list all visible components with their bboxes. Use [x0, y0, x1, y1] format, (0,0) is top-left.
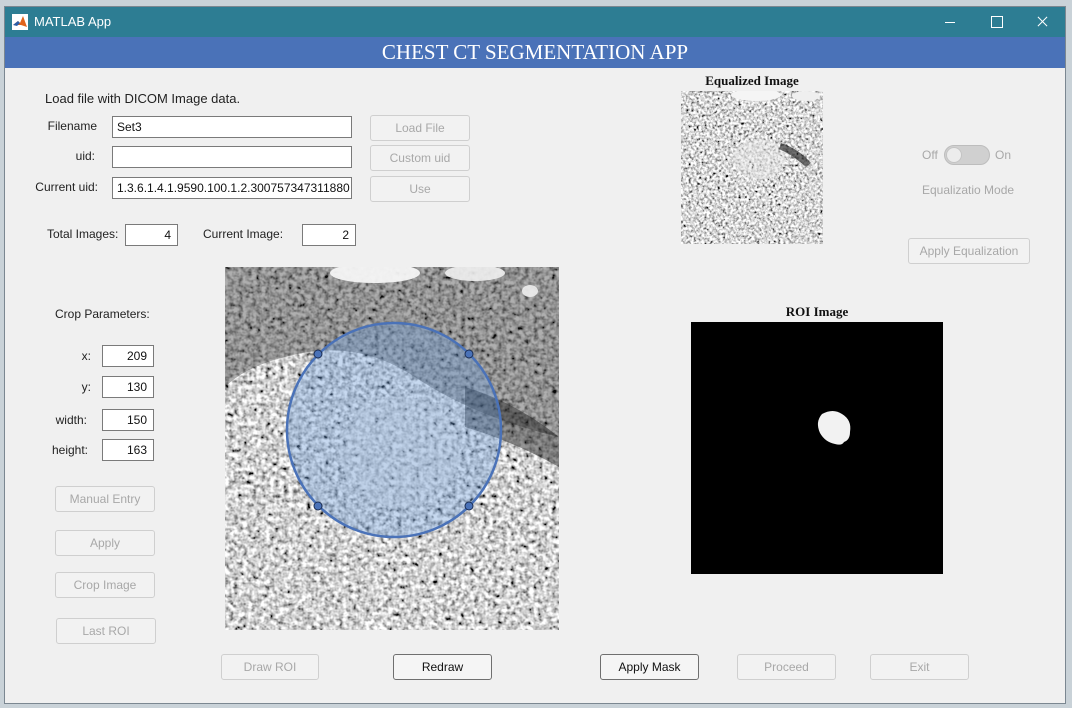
proceed-button[interactable]: Proceed	[737, 654, 836, 680]
roi-handle-top-left[interactable]	[313, 349, 323, 359]
roi-image-title: ROI Image	[785, 304, 849, 319]
app-window: MATLAB App CHEST CT SEGMENTATION APP Loa…	[4, 6, 1066, 704]
app-header-banner: CHEST CT SEGMENTATION APP	[5, 37, 1065, 68]
crop-y-field[interactable]: 130	[102, 376, 154, 398]
equalization-toggle-knob[interactable]	[946, 147, 962, 163]
equalization-off-label: Off	[922, 148, 938, 162]
roi-mask-image	[817, 411, 851, 445]
current-image-label: Current Image:	[203, 227, 284, 241]
equalization-on-label: On	[995, 148, 1012, 162]
maximize-icon[interactable]	[973, 7, 1019, 37]
use-button[interactable]: Use	[370, 176, 470, 202]
roi-handle-bottom-right[interactable]	[464, 501, 474, 511]
crop-parameters-heading: Crop Parameters:	[55, 307, 150, 321]
uid-input[interactable]	[112, 146, 352, 168]
apply-mask-button[interactable]: Apply Mask	[600, 654, 699, 680]
custom-uid-button[interactable]: Custom uid	[370, 145, 470, 171]
load-file-button[interactable]: Load File	[370, 115, 470, 141]
current-uid-input[interactable]: 1.3.6.1.4.1.9590.100.1.2.300757347311880	[112, 177, 352, 199]
crop-height-label: height:	[51, 443, 88, 457]
redraw-button[interactable]: Redraw	[393, 654, 492, 680]
equalized-image-title: Equalized Image	[705, 73, 799, 88]
equalized-image	[681, 91, 823, 244]
load-section-heading: Load file with DICOM Image data.	[45, 91, 241, 106]
crop-image-button[interactable]: Crop Image	[55, 572, 155, 598]
title-bar: MATLAB App	[5, 7, 1065, 37]
crop-x-field[interactable]: 209	[102, 345, 154, 367]
roi-image-axes	[691, 322, 943, 574]
equalized-image-axes	[681, 91, 823, 244]
filename-label: Filename	[47, 119, 97, 133]
filename-input[interactable]: Set3	[112, 116, 352, 138]
total-images-field[interactable]: 4	[125, 224, 178, 246]
equalization-toggle[interactable]	[944, 145, 990, 165]
current-uid-label: Current uid:	[35, 180, 98, 194]
crop-y-label: y:	[81, 380, 91, 394]
current-image-field[interactable]: 2	[302, 224, 356, 246]
exit-button[interactable]: Exit	[870, 654, 969, 680]
matlab-logo-icon	[12, 14, 28, 30]
ct-image-axes[interactable]	[225, 267, 559, 630]
manual-entry-button[interactable]: Manual Entry	[55, 486, 155, 512]
crop-width-label: width:	[55, 413, 87, 427]
close-icon[interactable]	[1019, 7, 1065, 37]
window-title: MATLAB App	[34, 14, 112, 29]
apply-equalization-button[interactable]: Apply Equalization	[908, 238, 1030, 264]
crop-x-label: x:	[81, 349, 91, 363]
ct-image-with-roi[interactable]	[225, 267, 559, 630]
roi-handle-bottom-left[interactable]	[313, 501, 323, 511]
crop-height-field[interactable]: 163	[102, 439, 154, 461]
uid-label: uid:	[75, 149, 95, 163]
apply-crop-button[interactable]: Apply	[55, 530, 155, 556]
crop-width-field[interactable]: 150	[102, 409, 154, 431]
roi-handle-top-right[interactable]	[464, 349, 474, 359]
total-images-label: Total Images:	[47, 227, 119, 241]
last-roi-button[interactable]: Last ROI	[56, 618, 156, 644]
draw-roi-button[interactable]: Draw ROI	[221, 654, 319, 680]
minimize-icon[interactable]	[927, 7, 973, 37]
equalization-mode-label: Equalizatio Mode	[922, 183, 1015, 197]
